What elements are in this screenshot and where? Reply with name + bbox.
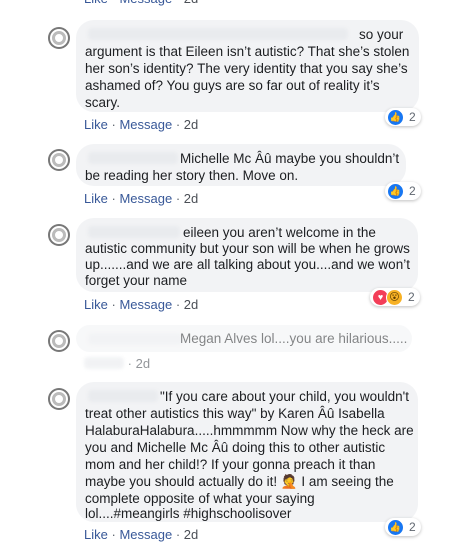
comment-bubble: Megan Alves lol....you are hilarious....… <box>76 325 412 352</box>
comment-bubble: "If you care about your child, you would… <box>76 382 418 522</box>
avatar[interactable] <box>48 330 70 352</box>
comment-text-line: argument is that Eileen isn’t autistic? … <box>85 44 410 59</box>
comment-text-line: Megan Alves lol....you are hilarious....… <box>180 331 408 346</box>
separator-dot: · <box>175 117 181 132</box>
like-link[interactable]: Like <box>84 0 108 6</box>
comment-text-line: treat other autistics this way" by Karen… <box>85 406 385 421</box>
message-link[interactable]: Message <box>119 527 172 542</box>
comment-text-line: maybe you should actually do it! 🤦 I am … <box>85 474 394 489</box>
separator-dot: · <box>111 117 116 132</box>
separator-dot: · <box>111 297 116 312</box>
comment-actions-top: Like · Message · 2d <box>84 0 198 6</box>
comment-text-line: complete opposite of what your saying <box>85 491 315 506</box>
reaction-number: 2 <box>409 184 416 198</box>
message-link[interactable]: Message <box>119 0 172 6</box>
like-link[interactable]: Like <box>84 117 108 132</box>
comment-bubble: so your argument is that Eileen isn’t au… <box>76 20 419 112</box>
comment-text-line: her son’s identity? The very identity th… <box>85 61 408 76</box>
message-link[interactable]: Message <box>119 191 172 206</box>
separator-dot: · <box>175 191 181 206</box>
commenter-name[interactable] <box>88 226 180 238</box>
commenter-name[interactable] <box>88 28 348 40</box>
comment-bubble: Michelle Mc Âû maybe you shouldn’t be re… <box>76 144 406 186</box>
comment-time: 2d <box>135 356 151 371</box>
separator-dot: · <box>175 527 181 542</box>
comment-bubble: eileen you aren’t welcome in the autisti… <box>76 218 418 292</box>
like-icon: 👍 <box>387 182 404 200</box>
comment-text-line: up.......and we are all talking about yo… <box>85 257 410 272</box>
separator-dot: · <box>127 356 132 371</box>
reaction-number: 2 <box>408 290 415 304</box>
reaction-count[interactable]: 👍 2 <box>385 108 421 126</box>
comment-text-line: scary. <box>85 95 121 110</box>
comment-actions: Like · Message · 2d <box>84 117 198 132</box>
comment-text-line: HalaburaHalabura.....hmmmmm Now why the … <box>85 423 414 438</box>
reaction-count[interactable]: 👍 2 <box>385 182 421 200</box>
commenter-name[interactable] <box>88 390 158 402</box>
reaction-count[interactable]: 👍 2 <box>385 518 421 536</box>
comment-time: 2d <box>183 297 199 312</box>
separator-dot: · <box>176 0 180 6</box>
reaction-number: 2 <box>409 520 416 534</box>
actions-blurred <box>84 357 124 369</box>
commenter-name[interactable] <box>88 152 178 164</box>
comment-time: 2d <box>183 191 199 206</box>
comment-text-line: Michelle Mc Âû maybe you shouldn’t <box>180 151 400 166</box>
comment-time: 2d <box>183 117 199 132</box>
comment-thread: Like · Message · 2d so your argument is … <box>0 0 455 557</box>
comment-actions: Like · Message · 2d <box>84 297 198 312</box>
comment-text-line: you and Michelle Mc Âû doing this to oth… <box>85 440 386 455</box>
commenter-name[interactable] <box>88 333 183 345</box>
comment-text-line: "If you care about your child, you would… <box>160 389 410 404</box>
separator-dot: · <box>111 0 115 6</box>
comment-time: 2d <box>183 527 199 542</box>
separator-dot: · <box>111 191 116 206</box>
separator-dot: · <box>111 527 116 542</box>
comment-text-line: lol....#meangirls #highschoolisover <box>85 506 292 521</box>
message-link[interactable]: Message <box>119 117 172 132</box>
reaction-number: 2 <box>409 110 416 124</box>
message-link[interactable]: Message <box>119 297 172 312</box>
comment-text-line: autistic community but your son will be … <box>85 241 410 256</box>
like-icon: 👍 <box>387 518 404 536</box>
avatar[interactable] <box>48 224 70 246</box>
comment-actions: · 2d <box>84 356 150 371</box>
separator-dot: · <box>175 297 181 312</box>
comment-text-line: forget your name <box>85 273 188 288</box>
comment-time: 2d <box>184 0 198 6</box>
comment-text-line: so your <box>359 27 404 42</box>
avatar[interactable] <box>48 388 70 410</box>
avatar[interactable] <box>48 27 70 49</box>
like-link[interactable]: Like <box>84 297 108 312</box>
comment-actions: Like · Message · 2d <box>84 527 198 542</box>
comment-actions: Like · Message · 2d <box>84 191 198 206</box>
wow-icon: 😮 <box>386 288 403 306</box>
avatar[interactable] <box>48 149 70 171</box>
comment-text-line: mom and her child!? If your gonna preach… <box>85 457 376 472</box>
like-link[interactable]: Like <box>84 527 108 542</box>
reaction-count[interactable]: ♥ 😮 2 <box>370 288 420 306</box>
comment-text-line: eileen you aren’t welcome in the <box>183 225 376 240</box>
like-link[interactable]: Like <box>84 191 108 206</box>
like-icon: 👍 <box>387 108 404 126</box>
comment-text-line: be reading her story then. Move on. <box>85 168 299 183</box>
comment-text-line: ashamed of? You guys are so far out of r… <box>85 78 380 93</box>
